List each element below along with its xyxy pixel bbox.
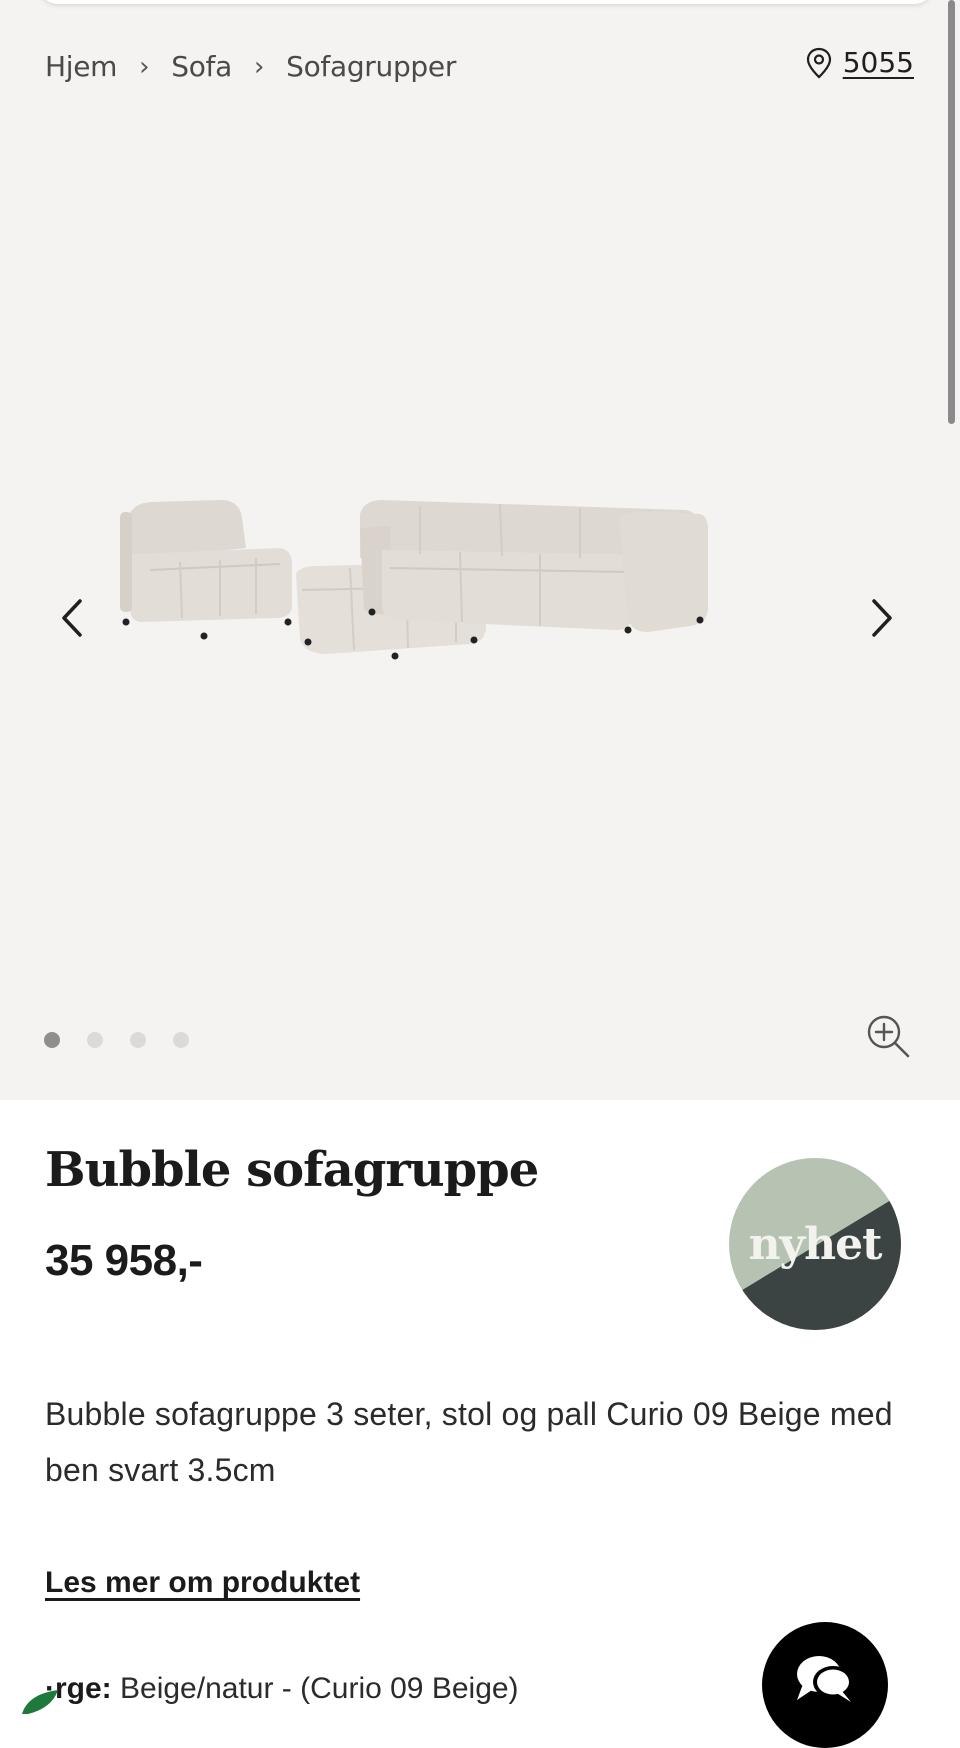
gallery-dot-1[interactable] [44, 1032, 60, 1048]
breadcrumb-item-sofa[interactable]: Sofa [171, 50, 232, 83]
badge-label: nyhet [748, 1218, 883, 1270]
zoom-in-icon[interactable] [864, 1012, 912, 1060]
location-code[interactable]: 5055 [843, 46, 914, 79]
chat-button[interactable] [762, 1622, 888, 1748]
gallery-pagination [44, 1032, 216, 1048]
gallery-prev-button[interactable] [50, 596, 94, 640]
chair-shape [120, 500, 292, 640]
map-pin-icon [806, 47, 831, 78]
chevron-right-icon [872, 599, 892, 637]
chat-bubble-icon [797, 1656, 853, 1702]
sofa-shape [360, 500, 708, 634]
product-gallery: Hjem › Sofa › Sofagrupper 5055 [0, 0, 960, 1100]
product-price: 35 958,- [45, 1236, 203, 1285]
header-bar-edge [38, 0, 934, 4]
page-scrollbar[interactable] [948, 0, 955, 424]
color-selection[interactable]: ·rge: Beige/natur - (Curio 09 Beige) [45, 1672, 519, 1706]
store-location[interactable]: 5055 [805, 46, 914, 79]
gallery-dot-4[interactable] [173, 1032, 189, 1048]
breadcrumb: Hjem › Sofa › Sofagrupper [45, 50, 456, 83]
breadcrumb-separator: › [253, 51, 265, 82]
gallery-dot-2[interactable] [87, 1032, 103, 1048]
color-value: Beige/natur - (Curio 09 Beige) [111, 1672, 519, 1705]
chevron-left-icon [62, 599, 82, 637]
breadcrumb-item-hjem[interactable]: Hjem [45, 50, 117, 83]
leaf-icon [22, 1690, 58, 1714]
new-badge: nyhet [729, 1158, 901, 1330]
gallery-next-button[interactable] [860, 596, 904, 640]
breadcrumb-item-sofagrupper[interactable]: Sofagrupper [286, 50, 456, 83]
product-description: Bubble sofagruppe 3 seter, stol og pall … [45, 1396, 893, 1488]
product-title: Bubble sofagruppe [45, 1142, 539, 1198]
read-more-link[interactable]: Les mer om produktet [45, 1566, 360, 1600]
gallery-dot-3[interactable] [130, 1032, 146, 1048]
product-image[interactable] [120, 490, 770, 690]
breadcrumb-separator: › [139, 51, 150, 82]
